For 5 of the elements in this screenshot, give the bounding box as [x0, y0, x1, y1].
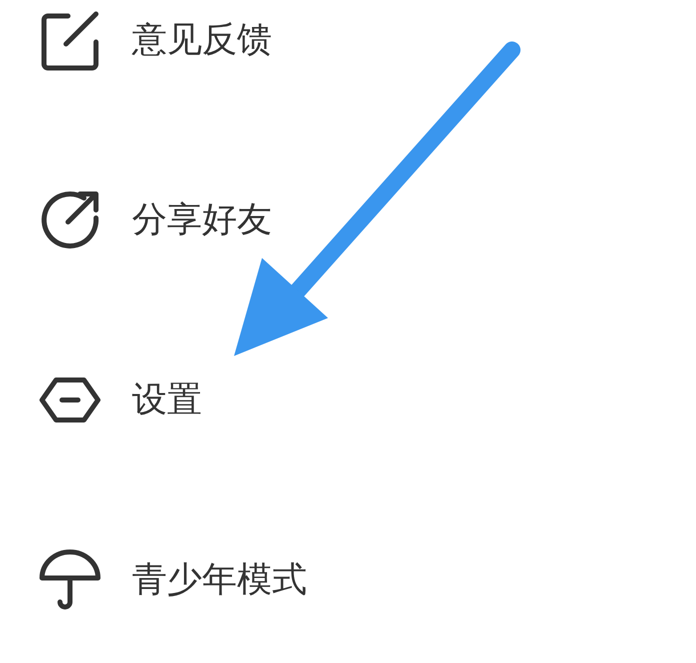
menu-item[interactable]: 设置 [132, 382, 202, 418]
menu-item[interactable]: 意见反馈 [132, 22, 272, 58]
umbrella-icon [38, 548, 102, 612]
menu-item[interactable]: 分享好友 [132, 202, 272, 238]
menu-item[interactable]: 青少年模式 [132, 562, 307, 598]
